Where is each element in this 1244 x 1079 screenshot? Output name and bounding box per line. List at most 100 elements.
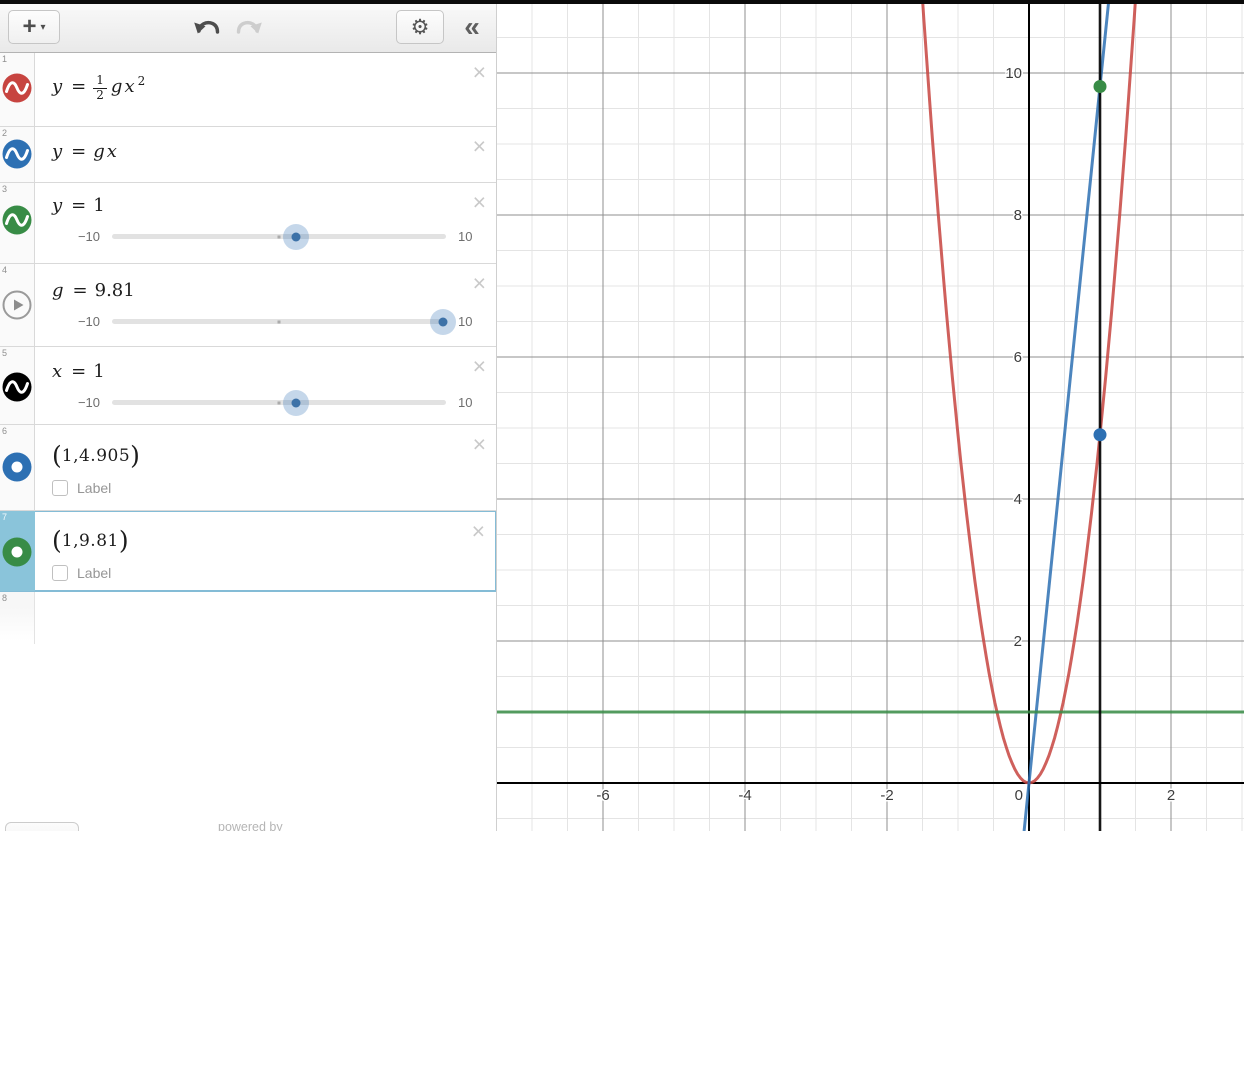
chevron-down-icon: ▾ bbox=[40, 22, 45, 33]
slider-zero-tick bbox=[278, 401, 281, 404]
y-axis-tick-label: 10 bbox=[1005, 65, 1022, 82]
row-number: 7 bbox=[2, 512, 7, 522]
show-keyboard-button[interactable] bbox=[5, 822, 79, 831]
point-icon-blue[interactable] bbox=[2, 452, 32, 482]
expression-input[interactable]: y=1 −10 10 × bbox=[35, 183, 496, 263]
slider-row: −10 10 bbox=[52, 314, 496, 329]
delete-expression-icon[interactable]: × bbox=[473, 272, 486, 295]
label-option-row: Label bbox=[52, 480, 496, 496]
row-number: 8 bbox=[2, 593, 7, 603]
expression-row-6: 6 (1,4.905) bbox=[0, 425, 496, 511]
slider-row: −10 10 bbox=[52, 395, 496, 410]
row-gutter: 2 bbox=[0, 127, 35, 182]
undo-button[interactable] bbox=[192, 16, 222, 43]
expression-input[interactable]: (1,4.905) Label × bbox=[35, 425, 496, 510]
expression-row-5: 5 x=1 −10 bbox=[0, 347, 496, 425]
math-expression: x=1 bbox=[52, 361, 496, 382]
collapse-panel-icon: « bbox=[464, 11, 480, 42]
expression-input[interactable]: x=1 −10 10 × bbox=[35, 347, 496, 424]
fraction: 12 bbox=[93, 74, 107, 103]
expression-row-4: 4 g=9.81 −10 bbox=[0, 264, 496, 347]
graph-paper[interactable]: -6-4-202246810 bbox=[497, 0, 1244, 831]
slider-min-label[interactable]: −10 bbox=[52, 314, 100, 329]
delete-expression-icon[interactable]: × bbox=[472, 520, 485, 543]
slider-handle[interactable] bbox=[430, 309, 456, 335]
expressions-toolbar: + ▾ bbox=[0, 4, 496, 53]
row-gutter: 1 bbox=[0, 53, 35, 126]
redo-button[interactable] bbox=[234, 16, 264, 43]
x-axis-tick-label: -4 bbox=[738, 787, 751, 804]
plus-icon: + bbox=[22, 15, 36, 39]
slider-min-label[interactable]: −10 bbox=[52, 395, 100, 410]
label-checkbox-text: Label bbox=[77, 480, 111, 496]
sine-curve-icon-black[interactable] bbox=[2, 372, 32, 402]
delete-expression-icon[interactable]: × bbox=[473, 433, 486, 456]
slider-handle[interactable] bbox=[283, 390, 309, 416]
slider-track[interactable] bbox=[112, 234, 446, 239]
expression-list: 1 y=12gx2 × bbox=[0, 53, 496, 644]
point-marker[interactable] bbox=[1094, 428, 1107, 441]
slider-track[interactable] bbox=[112, 400, 446, 405]
expression-row-2: 2 y=gx × bbox=[0, 127, 496, 183]
slider-min-label[interactable]: −10 bbox=[52, 229, 100, 244]
label-checkbox[interactable] bbox=[52, 565, 68, 581]
row-gutter: 7 bbox=[0, 511, 35, 591]
graph-canvas[interactable]: -6-4-202246810 bbox=[497, 0, 1244, 831]
label-checkbox-text: Label bbox=[77, 565, 111, 581]
slider-max-label[interactable]: 10 bbox=[458, 314, 484, 329]
delete-expression-icon[interactable]: × bbox=[473, 135, 486, 158]
expression-row-7: 7 (1,9.81) bbox=[0, 511, 496, 592]
play-slider-icon[interactable] bbox=[2, 290, 32, 320]
x-axis-tick-label: -2 bbox=[880, 787, 893, 804]
delete-expression-icon[interactable]: × bbox=[473, 355, 486, 378]
point-marker[interactable] bbox=[1094, 80, 1107, 93]
y-axis-tick-label: 2 bbox=[1014, 633, 1022, 650]
delete-expression-icon[interactable]: × bbox=[473, 191, 486, 214]
window-top-edge bbox=[0, 0, 1244, 4]
expression-row-1: 1 y=12gx2 × bbox=[0, 53, 496, 127]
collapse-panel-button[interactable]: « bbox=[452, 10, 492, 44]
slider-max-label[interactable]: 10 bbox=[458, 395, 484, 410]
powered-by-text: powered by bbox=[218, 820, 283, 831]
slider-zero-tick bbox=[278, 235, 281, 238]
add-expression-button[interactable]: + ▾ bbox=[8, 10, 60, 44]
row-number: 5 bbox=[2, 348, 7, 358]
row-number: 6 bbox=[2, 426, 7, 436]
math-expression: y=1 bbox=[52, 195, 496, 216]
row-gutter: 6 bbox=[0, 425, 35, 510]
sine-curve-icon-blue[interactable] bbox=[2, 139, 32, 169]
expression-input[interactable]: y=gx × bbox=[35, 127, 496, 182]
row-number: 1 bbox=[2, 54, 7, 64]
row-gutter: 3 bbox=[0, 183, 35, 263]
point-icon-green[interactable] bbox=[2, 537, 32, 567]
slider-max-label[interactable]: 10 bbox=[458, 229, 484, 244]
expression-input[interactable]: g=9.81 −10 10 × bbox=[35, 264, 496, 346]
y-axis-tick-label: 4 bbox=[1014, 491, 1022, 508]
slider-track[interactable] bbox=[112, 319, 446, 324]
y-axis-tick-label: 8 bbox=[1014, 207, 1022, 224]
gear-icon: ⚙ bbox=[411, 17, 430, 38]
expression-input[interactable]: (1,9.81) Label × bbox=[35, 511, 496, 591]
graph-settings-button[interactable]: ⚙ bbox=[396, 10, 444, 44]
redo-icon bbox=[234, 28, 264, 43]
delete-expression-icon[interactable]: × bbox=[473, 61, 486, 84]
expression-row-8-empty[interactable]: 8 bbox=[0, 592, 496, 644]
math-expression: (1,4.905) bbox=[52, 441, 496, 470]
x-axis-tick-label: 2 bbox=[1167, 787, 1175, 804]
slider-zero-tick bbox=[278, 320, 281, 323]
row-number: 3 bbox=[2, 184, 7, 194]
label-checkbox[interactable] bbox=[52, 480, 68, 496]
row-gutter: 4 bbox=[0, 264, 35, 346]
row-number: 4 bbox=[2, 265, 7, 275]
x-axis-tick-label: -6 bbox=[596, 787, 609, 804]
sine-curve-icon-red[interactable] bbox=[2, 73, 32, 103]
row-number: 2 bbox=[2, 128, 7, 138]
math-expression: y=gx bbox=[52, 141, 496, 162]
expression-input[interactable] bbox=[35, 592, 496, 644]
y-axis-tick-label: 6 bbox=[1014, 349, 1022, 366]
expressions-panel: + ▾ bbox=[0, 0, 497, 831]
slider-handle[interactable] bbox=[283, 224, 309, 250]
expression-input[interactable]: y=12gx2 × bbox=[35, 53, 496, 126]
desmos-app: + ▾ bbox=[0, 0, 1244, 831]
sine-curve-icon-green[interactable] bbox=[2, 205, 32, 235]
